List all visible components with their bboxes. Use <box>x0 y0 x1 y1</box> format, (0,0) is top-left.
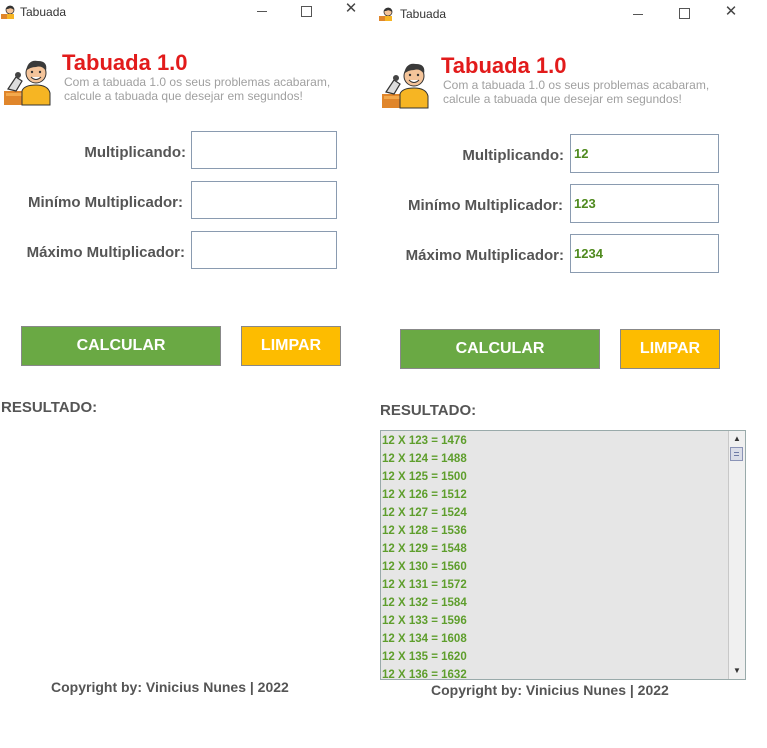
close-icon[interactable]: ✕ <box>721 2 741 22</box>
result-item[interactable]: 12 X 129 = 1548 <box>382 540 729 558</box>
window-title: Tabuada <box>20 5 67 19</box>
result-list: 12 X 123 = 1476 12 X 124 = 1488 12 X 125 =… <box>381 432 729 679</box>
copyright: Copyright by: Vinicius Nunes | 2022 <box>51 679 289 695</box>
window-title: Tabuada <box>400 7 447 21</box>
app-logo <box>380 58 432 110</box>
max-multiplier-label: Máximo Multiplicador: <box>405 247 564 264</box>
app-logo-icon <box>0 4 16 20</box>
result-item[interactable]: 12 X 132 = 1584 <box>382 594 729 612</box>
window-filled: Tabuada ✕ Tabuada 1.0 Com a tabuada 1.0 … <box>376 0 767 748</box>
minimize-icon[interactable] <box>633 14 643 15</box>
multiplicand-input[interactable] <box>191 131 337 169</box>
copyright: Copyright by: Vinicius Nunes | 2022 <box>431 682 669 698</box>
result-item[interactable]: 12 X 127 = 1524 <box>382 504 729 522</box>
calculate-button[interactable]: CALCULAR <box>400 329 600 369</box>
result-item[interactable]: 12 X 131 = 1572 <box>382 576 729 594</box>
result-item[interactable]: 12 X 128 = 1536 <box>382 522 729 540</box>
window-empty: Tabuada ✕ Tabuada 1.0 Com a tabuada 1.0 … <box>0 0 369 748</box>
scroll-up-icon[interactable]: ▲ <box>729 431 745 447</box>
clear-button[interactable]: LIMPAR <box>620 329 720 369</box>
app-title: Tabuada 1.0 <box>62 50 188 75</box>
result-item[interactable]: 12 X 134 = 1608 <box>382 630 729 648</box>
subtitle-line2: calcule a tabuada que desejar em segundo… <box>443 92 682 106</box>
result-item[interactable]: 12 X 135 = 1620 <box>382 648 729 666</box>
clear-button[interactable]: LIMPAR <box>241 326 341 366</box>
result-item[interactable]: 12 X 133 = 1596 <box>382 612 729 630</box>
app-title: Tabuada 1.0 <box>441 53 567 78</box>
max-multiplier-label: Máximo Multiplicador: <box>26 244 185 261</box>
result-label: RESULTADO: <box>380 402 477 419</box>
vertical-scrollbar[interactable]: ▲ ▼ <box>728 431 745 679</box>
calculate-button[interactable]: CALCULAR <box>21 326 221 366</box>
maximize-icon[interactable] <box>301 6 312 17</box>
close-icon[interactable]: ✕ <box>341 0 361 19</box>
title-bar[interactable]: Tabuada ✕ <box>376 0 767 26</box>
scroll-down-icon[interactable]: ▼ <box>729 663 745 679</box>
app-logo <box>2 55 54 107</box>
subtitle-line2: calcule a tabuada que desejar em segundo… <box>64 89 303 103</box>
result-item[interactable]: 12 X 124 = 1488 <box>382 450 729 468</box>
title-bar[interactable]: Tabuada ✕ <box>0 0 369 26</box>
min-multiplier-input[interactable] <box>570 184 719 223</box>
result-item[interactable]: 12 X 126 = 1512 <box>382 486 729 504</box>
multiplicand-label: Multiplicando: <box>462 147 564 164</box>
app-logo-icon <box>378 6 394 22</box>
result-list-box[interactable]: 12 X 123 = 1476 12 X 124 = 1488 12 X 125 =… <box>380 430 746 680</box>
max-multiplier-input[interactable] <box>191 231 337 269</box>
multiplicand-input[interactable] <box>570 134 719 173</box>
app-subtitle: Com a tabuada 1.0 os seus problemas acab… <box>443 78 733 106</box>
max-multiplier-input[interactable] <box>570 234 719 273</box>
result-item[interactable]: 12 X 136 = 1632 <box>382 666 729 679</box>
result-item[interactable]: 12 X 125 = 1500 <box>382 468 729 486</box>
multiplicand-label: Multiplicando: <box>84 144 186 161</box>
result-item[interactable]: 12 X 130 = 1560 <box>382 558 729 576</box>
result-label: RESULTADO: <box>1 399 98 416</box>
subtitle-line1: Com a tabuada 1.0 os seus problemas acab… <box>64 75 331 89</box>
subtitle-line1: Com a tabuada 1.0 os seus problemas acab… <box>443 78 710 92</box>
scrollbar-thumb[interactable] <box>730 447 743 461</box>
min-multiplier-input[interactable] <box>191 181 337 219</box>
min-multiplier-label: Minímo Multiplicador: <box>408 197 563 214</box>
result-item[interactable]: 12 X 123 = 1476 <box>382 432 729 450</box>
min-multiplier-label: Minímo Multiplicador: <box>28 194 183 211</box>
maximize-icon[interactable] <box>679 8 690 19</box>
app-subtitle: Com a tabuada 1.0 os seus problemas acab… <box>64 75 354 103</box>
minimize-icon[interactable] <box>257 11 267 12</box>
